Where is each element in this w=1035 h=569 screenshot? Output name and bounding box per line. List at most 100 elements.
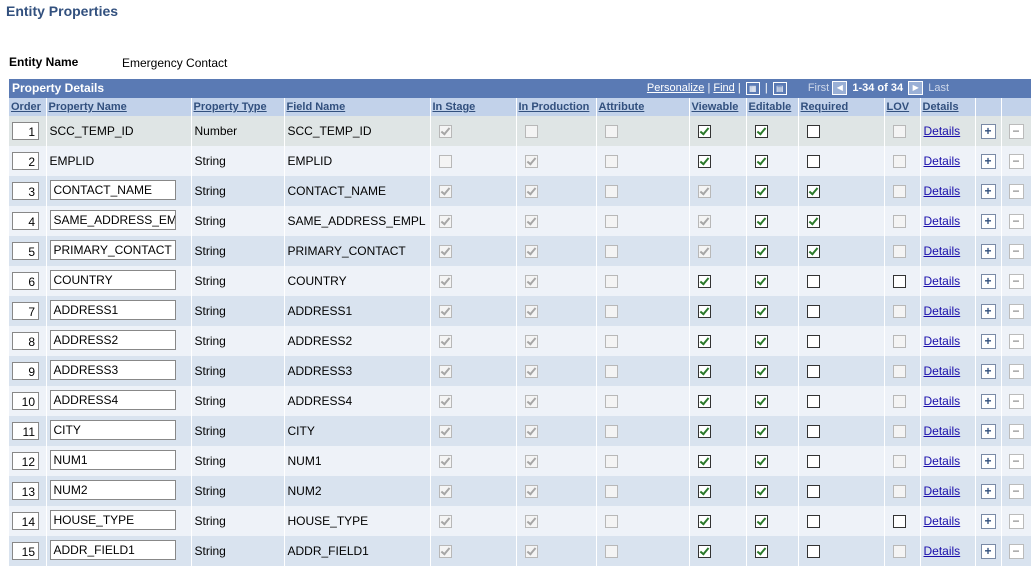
editable-checkbox[interactable] <box>754 335 768 349</box>
viewable-checkbox[interactable] <box>697 155 711 169</box>
required-checkbox[interactable] <box>806 245 820 259</box>
editable-checkbox[interactable] <box>754 215 768 229</box>
minus-icon[interactable]: − <box>1008 333 1024 349</box>
order-input[interactable]: 5 <box>12 242 39 260</box>
property-name-input[interactable]: CITY <box>49 419 176 440</box>
viewable-checkbox[interactable] <box>697 305 711 319</box>
property-name-input[interactable]: SAME_ADDRESS_EMPL <box>49 209 176 230</box>
minus-icon[interactable]: − <box>1008 453 1024 469</box>
order-input[interactable]: 4 <box>12 212 39 230</box>
details-link[interactable]: Details <box>924 484 961 498</box>
required-checkbox[interactable] <box>806 515 820 529</box>
minus-icon[interactable]: − <box>1008 123 1024 139</box>
order-input[interactable]: 6 <box>12 272 39 290</box>
plus-icon[interactable]: + <box>980 303 996 319</box>
required-checkbox[interactable] <box>806 455 820 469</box>
details-link[interactable]: Details <box>924 364 961 378</box>
property-name-input[interactable]: ADDR_FIELD1 <box>49 539 176 560</box>
col-in-stage[interactable]: In Stage <box>430 98 517 116</box>
plus-icon[interactable]: + <box>980 483 996 499</box>
details-link[interactable]: Details <box>924 424 961 438</box>
minus-icon[interactable]: − <box>1008 423 1024 439</box>
col-lov[interactable]: LOV <box>884 98 921 116</box>
editable-checkbox[interactable] <box>754 425 768 439</box>
col-property-name[interactable]: Property Name <box>46 98 192 116</box>
required-checkbox[interactable] <box>806 335 820 349</box>
property-name-input[interactable]: PRIMARY_CONTACT <box>49 239 176 260</box>
minus-icon[interactable]: − <box>1008 273 1024 289</box>
editable-checkbox[interactable] <box>754 245 768 259</box>
editable-checkbox[interactable] <box>754 155 768 169</box>
lov-checkbox[interactable] <box>892 275 906 289</box>
minus-icon[interactable]: − <box>1008 153 1024 169</box>
col-order[interactable]: Order <box>9 98 47 116</box>
plus-icon[interactable]: + <box>980 183 996 199</box>
order-input[interactable]: 3 <box>12 182 39 200</box>
property-name-input[interactable]: ADDRESS2 <box>49 329 176 350</box>
col-required[interactable]: Required <box>798 98 885 116</box>
next-arrow-icon[interactable]: ▶ <box>908 81 924 95</box>
details-link[interactable]: Details <box>924 214 961 228</box>
property-name-input[interactable]: ADDRESS4 <box>49 389 176 410</box>
viewable-checkbox[interactable] <box>697 275 711 289</box>
col-editable[interactable]: Editable <box>746 98 799 116</box>
details-link[interactable]: Details <box>924 394 961 408</box>
lov-checkbox[interactable] <box>892 515 906 529</box>
order-input[interactable]: 9 <box>12 362 39 380</box>
editable-checkbox[interactable] <box>754 125 768 139</box>
required-checkbox[interactable] <box>806 155 820 169</box>
details-link[interactable]: Details <box>924 244 961 258</box>
plus-icon[interactable]: + <box>980 333 996 349</box>
editable-checkbox[interactable] <box>754 455 768 469</box>
download-icon[interactable]: ▤ <box>772 81 787 95</box>
property-name-input[interactable]: CONTACT_NAME <box>49 179 176 200</box>
col-attribute[interactable]: Attribute <box>596 98 690 116</box>
col-viewable[interactable]: Viewable <box>689 98 747 116</box>
viewable-checkbox[interactable] <box>697 365 711 379</box>
minus-icon[interactable]: − <box>1008 303 1024 319</box>
viewable-checkbox[interactable] <box>697 485 711 499</box>
details-link[interactable]: Details <box>924 184 961 198</box>
required-checkbox[interactable] <box>806 125 820 139</box>
editable-checkbox[interactable] <box>754 395 768 409</box>
prev-arrow-icon[interactable]: ◀ <box>832 81 848 95</box>
minus-icon[interactable]: − <box>1008 243 1024 259</box>
col-field-name[interactable]: Field Name <box>284 98 431 116</box>
order-input[interactable]: 11 <box>12 422 39 440</box>
details-link[interactable]: Details <box>924 454 961 468</box>
minus-icon[interactable]: − <box>1008 213 1024 229</box>
required-checkbox[interactable] <box>806 425 820 439</box>
editable-checkbox[interactable] <box>754 275 768 289</box>
plus-icon[interactable]: + <box>980 513 996 529</box>
required-checkbox[interactable] <box>806 365 820 379</box>
plus-icon[interactable]: + <box>980 423 996 439</box>
order-input[interactable]: 2 <box>12 152 39 170</box>
editable-checkbox[interactable] <box>754 185 768 199</box>
required-checkbox[interactable] <box>806 215 820 229</box>
editable-checkbox[interactable] <box>754 305 768 319</box>
required-checkbox[interactable] <box>806 485 820 499</box>
minus-icon[interactable]: − <box>1008 363 1024 379</box>
order-input[interactable]: 7 <box>12 302 39 320</box>
property-name-input[interactable]: ADDRESS1 <box>49 299 176 320</box>
viewable-checkbox[interactable] <box>697 455 711 469</box>
viewable-checkbox[interactable] <box>697 425 711 439</box>
minus-icon[interactable]: − <box>1008 483 1024 499</box>
plus-icon[interactable]: + <box>980 243 996 259</box>
order-input[interactable]: 10 <box>12 392 39 410</box>
viewable-checkbox[interactable] <box>697 515 711 529</box>
plus-icon[interactable]: + <box>980 363 996 379</box>
details-link[interactable]: Details <box>924 304 961 318</box>
order-input[interactable]: 1 <box>12 122 39 140</box>
order-input[interactable]: 8 <box>12 332 39 350</box>
order-input[interactable]: 13 <box>12 482 39 500</box>
minus-icon[interactable]: − <box>1008 513 1024 529</box>
property-name-input[interactable]: COUNTRY <box>49 269 176 290</box>
plus-icon[interactable]: + <box>980 393 996 409</box>
find-link[interactable]: Find <box>713 82 734 94</box>
details-link[interactable]: Details <box>924 514 961 528</box>
plus-icon[interactable]: + <box>980 123 996 139</box>
property-name-input[interactable]: HOUSE_TYPE <box>49 509 176 530</box>
viewable-checkbox[interactable] <box>697 125 711 139</box>
required-checkbox[interactable] <box>806 275 820 289</box>
